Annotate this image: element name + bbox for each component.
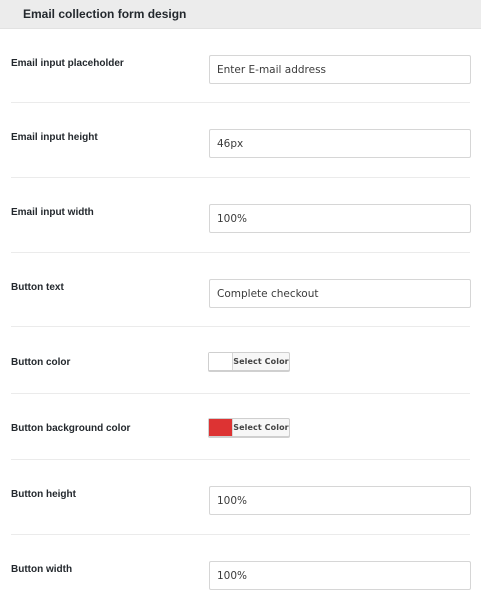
button-width-label: Button width bbox=[11, 564, 73, 575]
email-placeholder-label: Email input placeholder bbox=[11, 58, 124, 69]
email-height-label: Email input height bbox=[11, 132, 98, 143]
section-header: Email collection form design bbox=[0, 0, 481, 29]
email-width-label: Email input width bbox=[11, 207, 94, 218]
button-color-label: Button color bbox=[11, 357, 71, 368]
select-color-label: Select Color bbox=[233, 357, 289, 366]
button-width-input[interactable] bbox=[209, 561, 471, 590]
button-bg-color-label: Button background color bbox=[11, 423, 131, 434]
color-swatch bbox=[209, 419, 233, 436]
divider bbox=[11, 102, 470, 103]
email-placeholder-input[interactable] bbox=[209, 55, 471, 84]
divider bbox=[11, 534, 470, 535]
button-text-label: Button text bbox=[11, 282, 64, 293]
button-text-input[interactable] bbox=[209, 279, 471, 308]
divider bbox=[11, 252, 470, 253]
button-height-label: Button height bbox=[11, 489, 76, 500]
divider bbox=[11, 459, 470, 460]
color-swatch bbox=[209, 353, 233, 370]
select-color-label: Select Color bbox=[233, 423, 289, 432]
section-title: Email collection form design bbox=[23, 7, 187, 21]
button-height-input[interactable] bbox=[209, 486, 471, 515]
divider bbox=[11, 177, 470, 178]
divider bbox=[11, 393, 470, 394]
divider bbox=[11, 326, 470, 327]
button-color-picker[interactable]: Select Color bbox=[208, 352, 290, 371]
email-height-input[interactable] bbox=[209, 129, 471, 158]
button-bg-color-picker[interactable]: Select Color bbox=[208, 418, 290, 437]
email-width-input[interactable] bbox=[209, 204, 471, 233]
